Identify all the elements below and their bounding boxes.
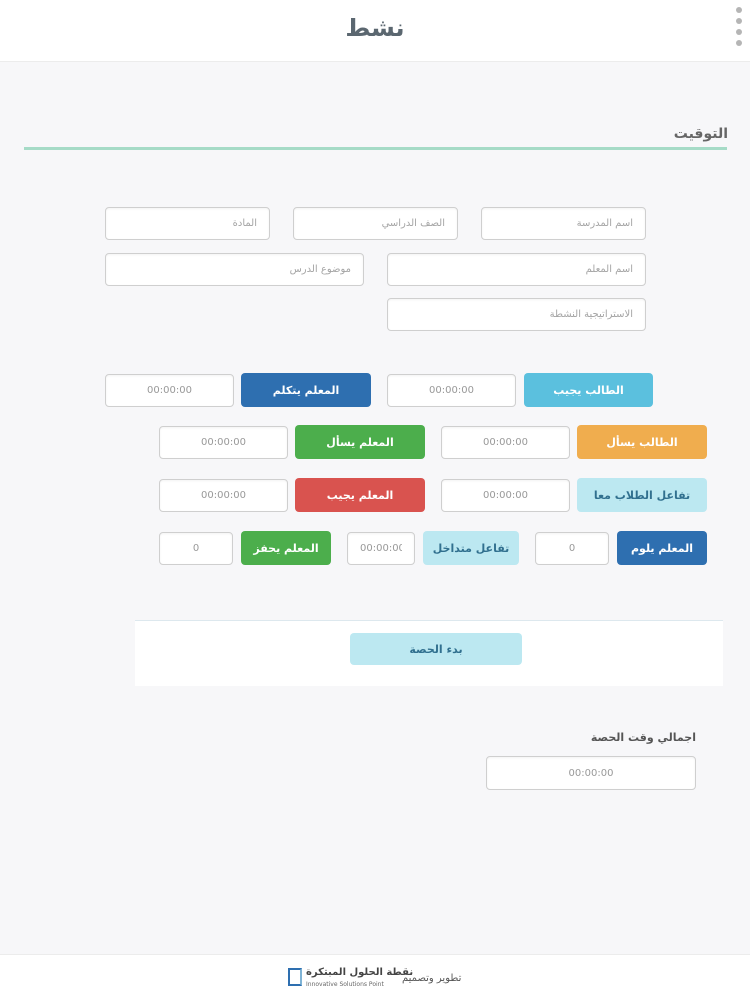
- subject-input[interactable]: [105, 207, 270, 240]
- strategy-input[interactable]: [387, 298, 646, 331]
- more-menu-icon[interactable]: [733, 4, 745, 54]
- total-time-label: اجمالي وقت الحصة: [590, 731, 696, 744]
- footer-logo-sub: Innovative Solutions Point: [306, 981, 384, 988]
- teacher-praises-counter[interactable]: [159, 532, 233, 565]
- teacher-talks-timer[interactable]: [105, 374, 234, 407]
- teacher-asks-button[interactable]: المعلم يسأل: [295, 425, 425, 459]
- students-interact-timer[interactable]: [441, 479, 570, 512]
- teacher-praises-button[interactable]: المعلم يحفز: [241, 531, 331, 565]
- teacher-talks-button[interactable]: المعلم يتكلم: [241, 373, 371, 407]
- teacher-blames-counter[interactable]: [535, 532, 609, 565]
- footer: تطوير وتصميم نقطة الحلول المبتكرة Innova…: [0, 954, 750, 1000]
- teacher-answers-timer[interactable]: [159, 479, 288, 512]
- app-header: نشط: [0, 0, 750, 62]
- student-asks-timer[interactable]: [441, 426, 570, 459]
- students-interact-button[interactable]: تفاعل الطلاب معا: [577, 478, 707, 512]
- total-time-field[interactable]: [486, 756, 696, 790]
- footer-logo-name: نقطة الحلول المبتكرة: [306, 967, 414, 978]
- teacher-name-input[interactable]: [387, 253, 646, 286]
- logo-icon: [288, 968, 302, 986]
- overlap-timer[interactable]: [347, 532, 415, 565]
- start-lesson-button[interactable]: بدء الحصة: [350, 633, 522, 665]
- overlap-button[interactable]: تفاعل متداخل: [423, 531, 519, 565]
- student-answers-button[interactable]: الطالب يجيب: [524, 373, 653, 407]
- school-name-input[interactable]: [481, 207, 646, 240]
- page-title: نشط: [345, 14, 405, 42]
- teacher-asks-timer[interactable]: [159, 426, 288, 459]
- teacher-answers-button[interactable]: المعلم يجيب: [295, 478, 425, 512]
- section-title: التوقيت: [673, 126, 728, 142]
- lesson-topic-input[interactable]: [105, 253, 364, 286]
- student-answers-timer[interactable]: [387, 374, 516, 407]
- grade-input[interactable]: [293, 207, 458, 240]
- section-divider: [24, 147, 727, 150]
- student-asks-button[interactable]: الطالب يسأل: [577, 425, 707, 459]
- teacher-blames-button[interactable]: المعلم يلوم: [617, 531, 707, 565]
